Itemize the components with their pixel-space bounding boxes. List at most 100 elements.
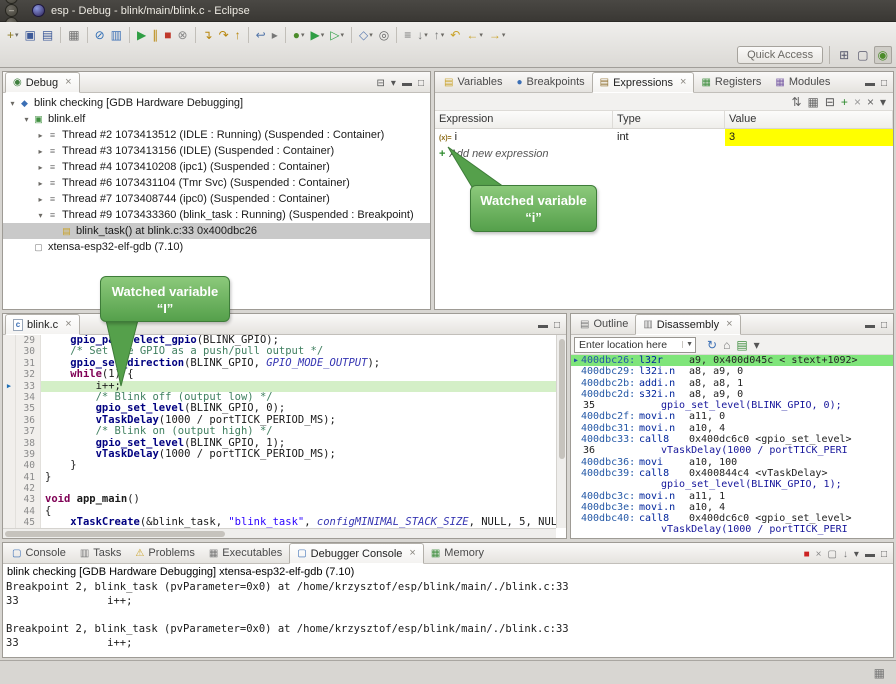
maximize-view-icon[interactable]: □	[551, 318, 563, 334]
disassembly-row[interactable]: 400dbc2f:movi.na11, 0	[571, 411, 893, 422]
tab-console[interactable]: ▢Console	[5, 543, 73, 563]
minimize-view-icon[interactable]: ▬	[399, 76, 415, 92]
disassembly-row[interactable]: gpio_set_level(BLINK_GPIO, 1);	[571, 479, 893, 490]
disassembly-row[interactable]: 400dbc40:call80x400dc6c0 <gpio_set_level…	[571, 513, 893, 524]
close-tab-icon[interactable]: ×	[65, 319, 71, 330]
remove-all-expressions-icon[interactable]: ×	[864, 94, 877, 110]
maximize-view-icon[interactable]: □	[878, 547, 890, 563]
code-editor[interactable]: 29 gpio_pad_select_gpio(BLINK_GPIO);30 /…	[3, 335, 566, 529]
debug-tree-item[interactable]: ▸≡Thread #6 1073431104 (Tmr Svc) (Suspen…	[3, 175, 430, 191]
resume-icon[interactable]: ▶	[134, 27, 149, 43]
expander-icon[interactable]: ▸	[35, 163, 46, 172]
minimize-view-icon[interactable]: ▬	[862, 318, 878, 334]
remove-launch-icon[interactable]: ×	[813, 547, 825, 563]
step-over-icon[interactable]: ↷	[216, 27, 232, 43]
debug-tree-item[interactable]: ▸≡Thread #2 1073413512 (IDLE : Running) …	[3, 127, 430, 143]
disassembly-row[interactable]: 400dbc31:movi.na10, 4	[571, 423, 893, 434]
code-line[interactable]: vTaskDelay(1000 / portTICK_PERIOD_MS);	[41, 449, 566, 460]
skip-breakpoints-icon[interactable]: ⊘	[92, 27, 108, 43]
disconnect-icon[interactable]: ⊗	[174, 27, 190, 43]
code-line[interactable]: /* Blink off (output low) */	[41, 392, 566, 403]
minimize-view-icon[interactable]: ▬	[862, 76, 878, 92]
previous-annotation-icon[interactable]: ↑▾	[431, 27, 448, 43]
close-tab-icon[interactable]: ×	[680, 77, 686, 88]
show-source-icon[interactable]: ▤	[733, 337, 750, 353]
location-combo[interactable]: Enter location here ▼	[574, 337, 696, 353]
debug-tree-item[interactable]: ▾▣blink.elf	[3, 111, 430, 127]
view-menu-icon[interactable]: ▾	[751, 337, 763, 353]
step-return-icon[interactable]: ↑	[232, 27, 244, 43]
expander-icon[interactable]: ▾	[35, 211, 46, 220]
collapse-all-icon[interactable]: ⊟	[374, 76, 388, 92]
new-watch-icon[interactable]: +	[838, 94, 851, 110]
terminate-icon[interactable]: ■	[801, 547, 813, 563]
maximize-view-icon[interactable]: □	[878, 76, 890, 92]
debug-tree-item[interactable]: ▢xtensa-esp32-elf-gdb (7.10)	[3, 239, 430, 255]
code-line[interactable]: }	[41, 472, 566, 483]
collapse-all-icon[interactable]: ⊟	[822, 94, 838, 110]
disassembly-row[interactable]: 400dbc29:l32i.na8, a9, 0	[571, 366, 893, 377]
disassembly-row[interactable]: vTaskDelay(1000 / portTICK_PERI	[571, 524, 893, 535]
new-wizard-icon[interactable]: +▾	[4, 27, 22, 43]
window-minimize-button[interactable]: –	[5, 4, 18, 17]
show-logical-structure-icon[interactable]: ▦	[805, 94, 822, 110]
chevron-down-icon[interactable]: ▼	[682, 341, 693, 348]
save-all-icon[interactable]: ▤	[39, 27, 56, 43]
drop-to-frame-icon[interactable]: ↩	[253, 27, 269, 43]
expander-icon[interactable]: ▸	[35, 147, 46, 156]
new-cpp-file-icon[interactable]: ◇▾	[356, 27, 376, 43]
view-menu-icon[interactable]: ▾	[851, 547, 862, 563]
remove-expression-icon[interactable]: ×	[851, 94, 864, 110]
code-line[interactable]: void app_main()	[41, 494, 566, 505]
disassembly-row[interactable]: 36vTaskDelay(1000 / portTICK_PERI	[571, 445, 893, 456]
tab-variables[interactable]: ▤Variables	[437, 72, 510, 92]
step-into-icon[interactable]: ↴	[200, 27, 216, 43]
terminate-icon[interactable]: ■	[161, 27, 174, 43]
search-icon[interactable]: ◎	[376, 27, 392, 43]
tab-registers[interactable]: ▦Registers	[694, 72, 768, 92]
console-view-icon[interactable]: ▥	[108, 27, 125, 43]
tab-memory[interactable]: ▦Memory	[424, 543, 491, 563]
debug-tree-item[interactable]: ▾≡Thread #9 1073433360 (blink_task : Run…	[3, 207, 430, 223]
tab-modules[interactable]: ▦Modules	[768, 72, 837, 92]
disassembly-row[interactable]: 400dbc3e:movi.na10, 4	[571, 502, 893, 513]
build-icon[interactable]: ▦	[65, 27, 82, 43]
editor-vertical-scrollbar[interactable]	[556, 335, 566, 528]
close-tab-icon[interactable]: ×	[65, 77, 71, 88]
minimize-view-icon[interactable]: ▬	[862, 547, 878, 563]
save-icon[interactable]: ▣	[22, 27, 39, 43]
view-menu-icon[interactable]: ▾	[388, 76, 399, 92]
expander-icon[interactable]: ▸	[35, 131, 46, 140]
scroll-lock-icon[interactable]: ↓	[840, 547, 851, 563]
open-perspective-icon[interactable]: ⊞	[836, 47, 852, 63]
show-types-icon[interactable]: ⇅	[788, 94, 804, 110]
close-tab-icon[interactable]: ×	[726, 319, 732, 330]
scrollbar-thumb[interactable]	[5, 531, 225, 537]
tab-problems[interactable]: ⚠Problems	[128, 543, 201, 563]
tab-debugger-console[interactable]: ▢Debugger Console×	[289, 543, 424, 564]
external-tools-icon[interactable]: ▷▾	[327, 27, 347, 43]
maximize-view-icon[interactable]: □	[415, 76, 427, 92]
code-line[interactable]: xTaskCreate(&blink_task, "blink_task", c…	[41, 517, 566, 528]
code-line[interactable]: vTaskDelay(1000 / portTICK_PERIOD_MS);	[41, 415, 566, 426]
code-line[interactable]	[41, 483, 566, 494]
suspend-icon[interactable]: ∥	[149, 27, 161, 43]
disassembly-row[interactable]: 400dbc2d:s32i.na8, a9, 0	[571, 389, 893, 400]
view-menu-icon[interactable]: ▾	[877, 94, 889, 110]
cpp-perspective-icon[interactable]: ▢	[854, 47, 871, 63]
minimize-view-icon[interactable]: ▬	[535, 318, 551, 334]
code-line[interactable]: }	[41, 460, 566, 471]
code-line[interactable]: gpio_set_level(BLINK_GPIO, 1);	[41, 438, 566, 449]
expression-row[interactable]: (x)=i int 3	[435, 129, 893, 146]
tab-disassembly[interactable]: ▥Disassembly×	[635, 314, 740, 335]
code-line[interactable]: gpio_set_level(BLINK_GPIO, 0);	[41, 403, 566, 414]
disassembly-row[interactable]: ▶400dbc26:l32ra9, 0x400d045c < stext+109…	[571, 355, 893, 366]
scrollbar-thumb[interactable]	[559, 339, 565, 459]
refresh-icon[interactable]: ↻	[704, 337, 720, 353]
tab-tasks[interactable]: ▥Tasks	[73, 543, 129, 563]
debug-tree-item[interactable]: ▤blink_task() at blink.c:33 0x400dbc26	[3, 223, 430, 239]
debug-tree-item[interactable]: ▾◆blink checking [GDB Hardware Debugging…	[3, 95, 430, 111]
disassembly-row[interactable]: 400dbc33:call80x400dc6c0 <gpio_set_level…	[571, 434, 893, 445]
debug-tree-item[interactable]: ▸≡Thread #7 1073408744 (ipc0) (Suspended…	[3, 191, 430, 207]
column-header-value[interactable]: Value	[725, 111, 893, 128]
